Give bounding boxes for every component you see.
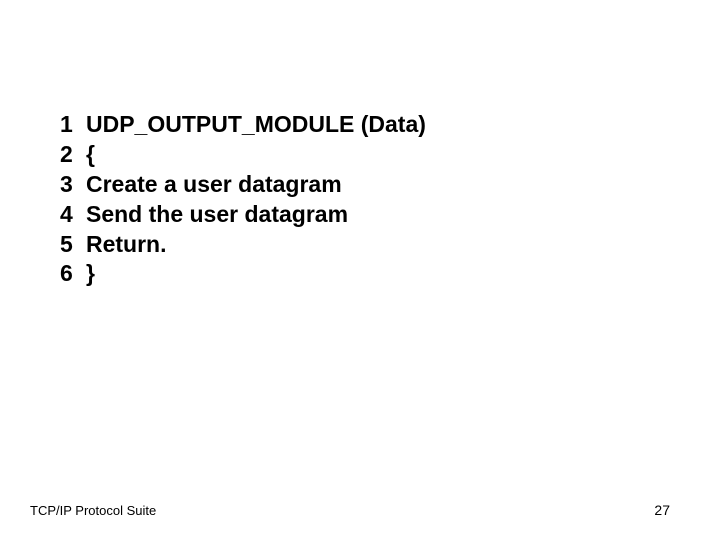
line-text: }	[86, 259, 95, 289]
line-text: UDP_OUTPUT_MODULE (Data)	[86, 110, 426, 140]
line-number: 6	[60, 259, 82, 289]
code-line: 6 }	[60, 259, 426, 289]
footer-text: TCP/IP Protocol Suite	[30, 503, 156, 518]
line-number: 4	[60, 200, 82, 230]
page-number: 27	[654, 502, 670, 518]
code-line: 2 {	[60, 140, 426, 170]
code-line: 1 UDP_OUTPUT_MODULE (Data)	[60, 110, 426, 140]
code-line: 5 Return.	[60, 230, 426, 260]
line-number: 3	[60, 170, 82, 200]
line-text: Send the user datagram	[86, 200, 348, 230]
code-line: 4 Send the user datagram	[60, 200, 426, 230]
line-text: {	[86, 140, 95, 170]
line-text: Return.	[86, 230, 167, 260]
line-number: 2	[60, 140, 82, 170]
line-number: 1	[60, 110, 82, 140]
code-line: 3 Create a user datagram	[60, 170, 426, 200]
line-text: Create a user datagram	[86, 170, 342, 200]
code-listing: 1 UDP_OUTPUT_MODULE (Data) 2 { 3 Create …	[60, 110, 426, 289]
line-number: 5	[60, 230, 82, 260]
